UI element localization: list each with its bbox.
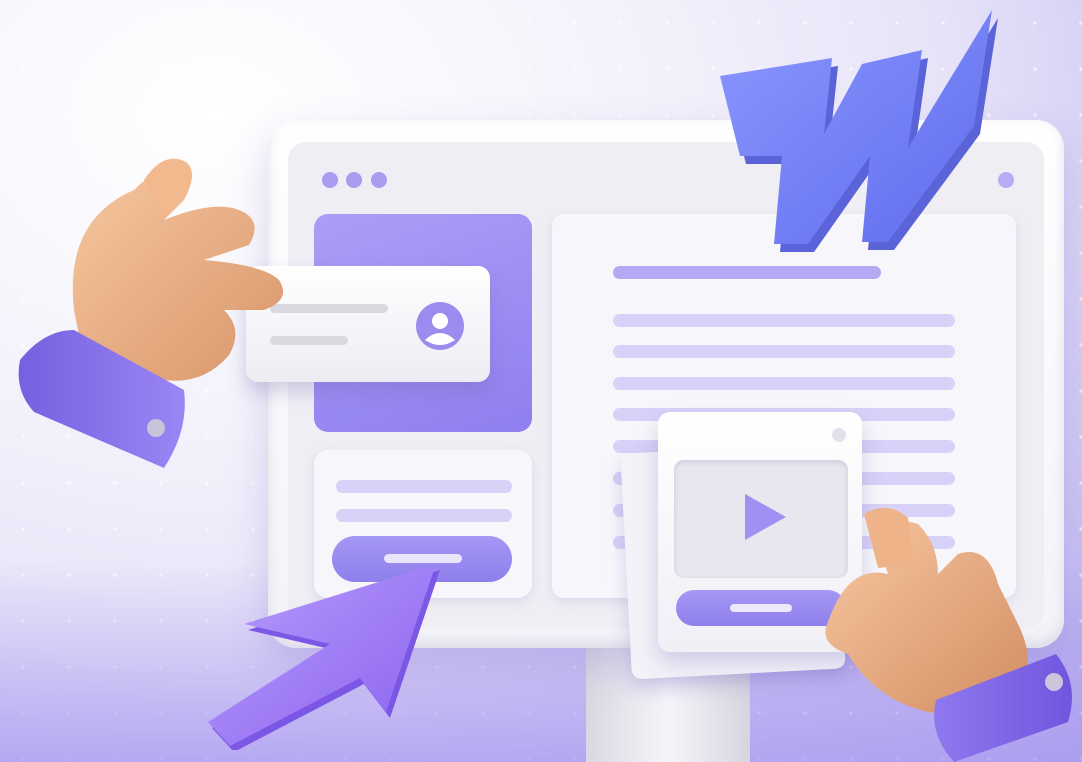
window-dot-1 [322,172,338,188]
arrow-cursor-icon [200,560,446,750]
video-card-dot [832,428,846,442]
form-line-2 [336,509,512,522]
left-hand [14,150,294,480]
content-line-1 [613,314,955,327]
right-hand [818,504,1082,762]
user-avatar-icon [416,302,464,350]
play-icon[interactable] [742,492,788,542]
content-line-3 [613,377,955,390]
window-dot-3 [371,172,387,188]
webflow-w-logo [712,6,1004,256]
content-heading-line [613,266,881,279]
window-dot-2 [346,172,362,188]
form-line-1 [336,480,512,493]
content-line-2 [613,345,955,358]
video-button-label-line [730,604,792,612]
